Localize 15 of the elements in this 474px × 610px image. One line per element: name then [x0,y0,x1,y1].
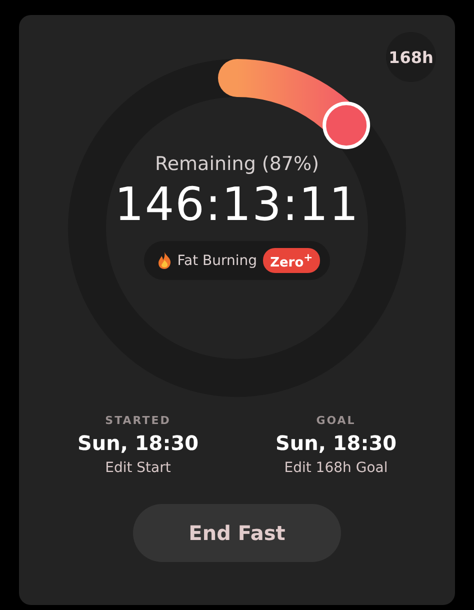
stat-value: Sun, 18:30 [275,431,397,455]
progress-thumb[interactable] [322,102,370,150]
edit-link[interactable]: Edit 168h Goal [284,460,388,476]
stage-pill[interactable]: Fat Burning Zero$^{+}$ [144,241,330,280]
stat-value: Sun, 18:30 [77,431,199,455]
stage-label: Fat Burning [177,252,258,269]
flame-icon [158,252,172,270]
remaining-label: Remaining (87%) [155,153,319,175]
end-fast-button[interactable]: End Fast [133,504,341,562]
edit-link[interactable]: Edit Start [105,460,171,476]
stat-label: GOAL [316,414,356,427]
stage-tag: Zero$^{+}$ [263,248,320,274]
countdown-timer: 146:13:11 [114,177,360,231]
goal-hours-badge[interactable]: 168h [386,32,436,82]
stat-label: STARTED [105,414,171,427]
